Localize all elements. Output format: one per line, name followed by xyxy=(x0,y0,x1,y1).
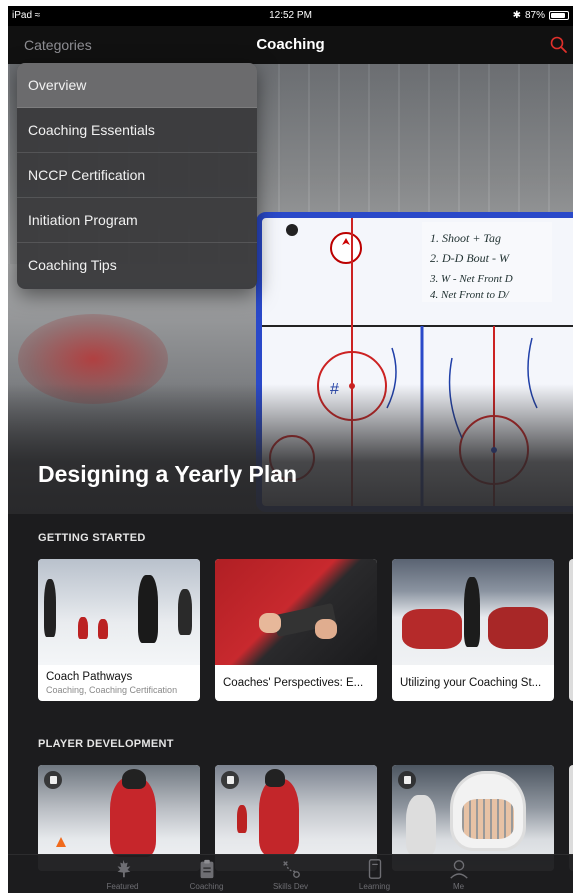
menu-item-overview[interactable]: Overview xyxy=(17,63,257,108)
navigation-bar: Categories Coaching xyxy=(8,26,573,64)
cone xyxy=(56,837,66,847)
tab-label: Featured xyxy=(106,882,139,891)
menu-item-coaching-tips[interactable]: Coaching Tips xyxy=(17,243,257,288)
menu-item-coaching-essentials[interactable]: Coaching Essentials xyxy=(17,108,257,153)
tab-label: Coaching xyxy=(189,882,224,891)
play-diagram-icon xyxy=(282,861,300,878)
card-subtitle: Coaching, Coaching Certification xyxy=(46,685,178,695)
card-coach-pathways[interactable]: Coach Pathways Coaching, Coaching Certif… xyxy=(38,559,200,701)
player-figure xyxy=(138,575,158,643)
card-title: Coaches' Perspectives: E... xyxy=(223,677,364,689)
document-icon xyxy=(368,859,381,879)
card-caption: Coach Pathways Coaching, Coaching Certif… xyxy=(38,665,200,701)
player-figure xyxy=(237,805,247,833)
battery-percent: 87% xyxy=(524,10,545,21)
battery-icon xyxy=(549,11,569,20)
card-title: Coach Pathways xyxy=(46,671,133,683)
bluetooth-icon: ✱ xyxy=(512,10,521,21)
face-cage xyxy=(462,799,514,839)
card-thumbnail xyxy=(392,559,554,665)
hand-image xyxy=(315,619,337,639)
helmet xyxy=(122,769,146,789)
player-figure xyxy=(44,579,56,637)
tab-bar: Featured Coaching Skills Dev Learning Me xyxy=(8,854,573,893)
app-screen: iPad ≈ 12:52 PM ✱ 87% Categories Coachin… xyxy=(8,6,573,893)
card-coaches-perspectives[interactable]: Coaches' Perspectives: E... xyxy=(215,559,377,701)
player-figure xyxy=(178,589,192,635)
menu-item-initiation-program[interactable]: Initiation Program xyxy=(17,198,257,243)
section-label-player-development: PLAYER DEVELOPMENT xyxy=(38,738,174,750)
player-figure xyxy=(259,779,299,855)
status-right: ✱ 87% xyxy=(513,10,569,21)
video-badge-icon xyxy=(398,771,416,789)
card-title: Utilizing your Coaching St... xyxy=(400,677,542,689)
person-icon xyxy=(449,860,468,879)
player-figure xyxy=(406,795,436,855)
card-thumbnail xyxy=(215,559,377,665)
board-note-4: 4. Net Front to D/ xyxy=(430,289,510,301)
video-badge-icon xyxy=(221,771,239,789)
hero-title[interactable]: Designing a Yearly Plan xyxy=(38,461,297,488)
card-caption: Coaches' Perspectives: E... xyxy=(215,665,377,701)
board-note-3: 3. W - Net Front D xyxy=(429,273,513,285)
maple-leaf-icon xyxy=(117,859,130,878)
players-group xyxy=(402,609,462,649)
search-icon[interactable] xyxy=(549,35,569,55)
tab-coaching[interactable]: Coaching xyxy=(165,855,249,893)
tab-featured[interactable]: Featured xyxy=(81,855,165,893)
card-caption: Utilizing your Coaching St... xyxy=(392,665,554,701)
player-figure xyxy=(78,617,88,639)
hero-fade xyxy=(8,384,573,514)
section-label-getting-started: GETTING STARTED xyxy=(38,532,146,544)
tab-label: Skills Dev xyxy=(272,882,309,891)
clipboard-icon xyxy=(200,859,213,879)
card-peek[interactable] xyxy=(569,559,573,701)
clock: 12:52 PM xyxy=(269,10,312,21)
battery-fill xyxy=(551,13,565,18)
tab-me[interactable]: Me xyxy=(417,855,501,893)
coach-figure xyxy=(464,577,480,647)
status-bar: iPad ≈ 12:52 PM ✱ 87% xyxy=(8,6,573,26)
video-badge-icon xyxy=(44,771,62,789)
player-figure xyxy=(98,619,108,639)
player-figure xyxy=(110,777,156,857)
menu-item-nccp-certification[interactable]: NCCP Certification xyxy=(17,153,257,198)
categories-dropdown: Overview Coaching Essentials NCCP Certif… xyxy=(17,63,257,289)
page-title: Coaching xyxy=(256,36,325,53)
tab-label: Me xyxy=(452,882,465,891)
helmet xyxy=(265,769,285,787)
board-note-2: 2. D-D Bout - W xyxy=(430,251,510,265)
tab-label: Learning xyxy=(358,882,391,891)
hand-image xyxy=(259,613,281,633)
getting-started-row: Coach Pathways Coaching, Coaching Certif… xyxy=(38,559,573,701)
players-group xyxy=(488,607,548,649)
tab-learning[interactable]: Learning xyxy=(333,855,417,893)
tab-skills-dev[interactable]: Skills Dev xyxy=(249,855,333,893)
board-note-1: 1. Shoot + Tag xyxy=(430,231,501,245)
card-utilizing-coaching-staff[interactable]: Utilizing your Coaching St... xyxy=(392,559,554,701)
card-thumbnail xyxy=(38,559,200,665)
